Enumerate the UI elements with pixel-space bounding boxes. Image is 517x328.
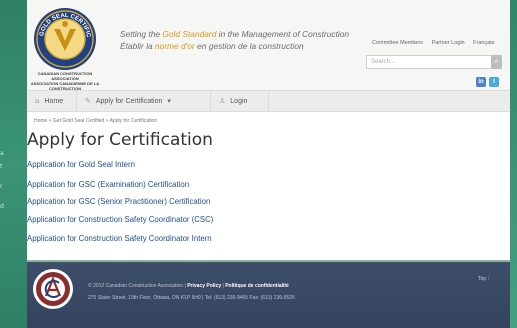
page-title: Apply for Certification [27, 130, 213, 150]
site-footer: © 2012 Canadian Construction Association… [27, 262, 510, 328]
nav-item-home[interactable]: ⌂ Home [27, 91, 77, 111]
partner-login-link[interactable]: Partner Login [432, 40, 465, 46]
site-header: GOLD SEAL CERTIFICATION CANADIAN CONSTRU… [27, 0, 510, 91]
csc-link[interactable]: Application for Construction Safety Coor… [27, 215, 213, 224]
site-tagline: Setting the Gold Standard in the Managem… [120, 28, 349, 52]
nav-item-apply-for-certification[interactable]: ✎ Apply for Certification ▾ [77, 91, 211, 111]
utility-links: Committee Members Partner Login Français [372, 40, 494, 46]
footer-copyright-line: © 2012 Canadian Construction Association… [88, 283, 289, 289]
tagline-text: in the Management of Construction [216, 29, 350, 39]
left-strip-letter: r [0, 183, 3, 190]
left-strip-letter: t [0, 163, 3, 170]
tagline-french: Établir la norme d'or en gestion de la c… [120, 40, 349, 52]
tagline-text: Setting the [120, 29, 163, 39]
gold-seal-intern-link[interactable]: Application for Gold Seal Intern [27, 160, 135, 169]
home-icon: ⌂ [35, 97, 40, 105]
logo-caption: CANADIAN CONSTRUCTION ASSOCIATION ASSOCI… [27, 71, 103, 91]
back-to-top-link[interactable]: Top ↑ [478, 276, 490, 282]
main-nav: ⌂ Home ✎ Apply for Certification ▾ ♙ Login [27, 90, 510, 112]
copyright-text: © 2012 Canadian Construction Association… [88, 283, 186, 289]
committee-members-link[interactable]: Committee Members [372, 40, 423, 46]
left-background-strip: a t r d [0, 0, 27, 328]
site-frame: GOLD SEAL CERTIFICATION CANADIAN CONSTRU… [27, 0, 510, 328]
tagline-text: Établir la [120, 41, 155, 51]
twitter-icon[interactable]: t [489, 77, 499, 87]
tagline-highlight: norme d'or [154, 41, 195, 51]
tagline-text: en gestion de la construction [194, 41, 304, 51]
search-button[interactable]: ⌕ [491, 55, 502, 69]
language-toggle-link[interactable]: Français [473, 40, 494, 46]
gsc-examination-link[interactable]: Application for GSC (Examination) Certif… [27, 180, 189, 189]
tagline-highlight: Gold Standard [162, 29, 217, 39]
gsc-senior-practitioner-link[interactable]: Application for GSC (Senior Practitioner… [27, 197, 210, 206]
privacy-policy-link[interactable]: Privacy Policy [187, 283, 221, 289]
linkedin-icon[interactable]: in [476, 77, 486, 87]
privacy-policy-fr-link[interactable]: Politique de confidentialité [225, 283, 289, 289]
nav-item-label: Apply for Certification [95, 98, 163, 105]
left-strip-letter: d [0, 203, 4, 210]
nav-item-label: Login [230, 98, 248, 105]
csc-intern-link[interactable]: Application for Construction Safety Coor… [27, 234, 212, 243]
search-input[interactable]: Search... [366, 55, 492, 69]
left-strip-letter: a [0, 150, 4, 157]
gold-seal-logo[interactable]: GOLD SEAL CERTIFICATION [33, 7, 97, 71]
tagline-english: Setting the Gold Standard in the Managem… [120, 28, 349, 40]
user-icon: ♙ [219, 97, 226, 105]
cca-emblem-icon [33, 269, 73, 309]
right-background-strip [510, 0, 517, 328]
pencil-icon: ✎ [85, 97, 91, 105]
chevron-down-icon: ▾ [167, 97, 171, 105]
footer-address: 275 Slater Street, 19th Floor, Ottawa, O… [88, 295, 295, 301]
breadcrumb[interactable]: Home » Get Gold Seal Certified » Apply f… [34, 118, 157, 124]
nav-item-login[interactable]: ♙ Login [211, 91, 269, 111]
search-icon: ⌕ [494, 58, 499, 65]
nav-item-label: Home [44, 98, 64, 105]
